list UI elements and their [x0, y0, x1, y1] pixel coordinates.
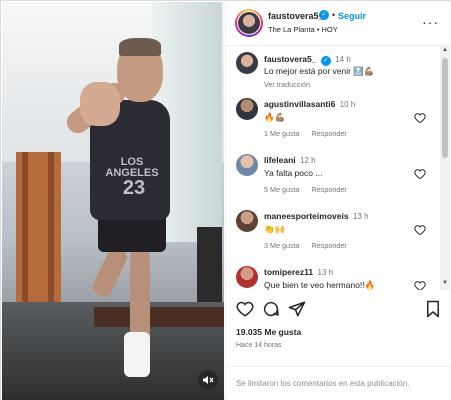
commenter-avatar[interactable]	[236, 210, 258, 232]
reply-button[interactable]: Responder	[312, 129, 347, 138]
comment-username[interactable]: lifeleani	[264, 155, 296, 165]
post-modal: LOS ANGELES 23 faustovera5_ ✓ • Seguir T…	[0, 0, 451, 400]
heart-icon[interactable]	[414, 112, 426, 124]
gym-bench	[94, 307, 224, 327]
share-icon[interactable]	[288, 300, 306, 318]
verified-badge-icon: ✓	[319, 10, 329, 20]
mute-button[interactable]	[198, 370, 218, 390]
comment-username[interactable]: maneesporteimoveis	[264, 211, 349, 221]
comment-username[interactable]: agustinvillasanti6	[264, 99, 335, 109]
post-header: faustovera5_ ✓ • Seguir The La Planta • …	[226, 2, 451, 46]
likes-count[interactable]: 19.035 Me gusta	[236, 327, 301, 337]
caption-username[interactable]: faustovera5_	[264, 54, 316, 64]
comment-input-area: Se limitaron los comentarios en esta pub…	[226, 366, 451, 400]
see-translation-link[interactable]: Ver traducción	[264, 80, 310, 89]
scroll-down-icon[interactable]: ▼	[440, 280, 450, 286]
comment-likes[interactable]: 3 Me gusta	[264, 241, 300, 250]
caption-time: 14 h	[335, 55, 351, 64]
comment-likes[interactable]: 5 Me gusta	[264, 185, 300, 194]
person-hair	[119, 38, 161, 56]
post-side-panel: faustovera5_ ✓ • Seguir The La Planta • …	[225, 2, 451, 400]
verified-badge-icon: ✓	[320, 56, 331, 66]
header-separator: •	[332, 10, 336, 20]
person-hand	[80, 82, 120, 126]
caption-text: Lo mejor está por venir 🔝💪🏽	[264, 66, 375, 76]
person-sock	[124, 332, 150, 377]
comment-time: 12 h	[300, 156, 316, 165]
post-timestamp: Hace 14 horas	[236, 342, 282, 349]
comments-limited-notice: Se limitaron los comentarios en esta pub…	[236, 379, 410, 388]
commenter-avatar[interactable]	[236, 154, 258, 176]
comment-time: 10 h	[339, 100, 356, 109]
reply-button[interactable]: Responder	[312, 241, 347, 250]
post-video[interactable]: LOS ANGELES 23	[2, 2, 224, 400]
like-heart-icon[interactable]	[236, 300, 254, 318]
author-avatar[interactable]	[235, 9, 263, 37]
comment-likes[interactable]: 1 Me gusta	[264, 129, 300, 138]
heart-icon[interactable]	[414, 168, 426, 180]
comment-time: 13 h	[352, 212, 369, 221]
comment-text: 🔥💪🏽	[264, 112, 286, 122]
speaker-muted-icon	[203, 376, 214, 384]
comment-username[interactable]: tomiperez11	[264, 267, 313, 277]
commenter-avatar[interactable]	[236, 266, 258, 288]
reply-button[interactable]: Responder	[312, 185, 347, 194]
heart-icon[interactable]	[414, 280, 426, 290]
commenter-avatar[interactable]	[236, 98, 258, 120]
jersey-text: LOS ANGELES	[105, 156, 159, 179]
jersey-number: 23	[122, 177, 146, 199]
save-bookmark-icon[interactable]	[424, 300, 442, 318]
follow-button[interactable]: Seguir	[338, 11, 366, 21]
more-options-icon[interactable]: ···	[422, 14, 439, 30]
comment-icon[interactable]	[262, 300, 280, 318]
post-actions	[226, 294, 451, 322]
scroll-up-icon[interactable]: ▲	[440, 47, 450, 53]
caption-avatar[interactable]	[236, 52, 258, 74]
comments-scrollbar[interactable]: ▲ ▼	[440, 46, 450, 290]
comment-time: 13 h	[317, 268, 334, 277]
person-leg-left	[90, 245, 130, 299]
location-label[interactable]: The La Planta • HOY	[268, 25, 338, 34]
comment-text: 👏🙌	[264, 224, 286, 234]
author-username[interactable]: faustovera5_	[268, 11, 324, 21]
comment-text: Ya falta poco ...	[264, 168, 323, 178]
comments-list[interactable]: faustovera5_ ✓ 14 h Lo mejor está por ve…	[226, 46, 440, 290]
scroll-thumb[interactable]	[442, 58, 448, 158]
heart-icon[interactable]	[414, 224, 426, 236]
comment-text: Que bien te veo hermano!!🔥	[264, 280, 376, 290]
